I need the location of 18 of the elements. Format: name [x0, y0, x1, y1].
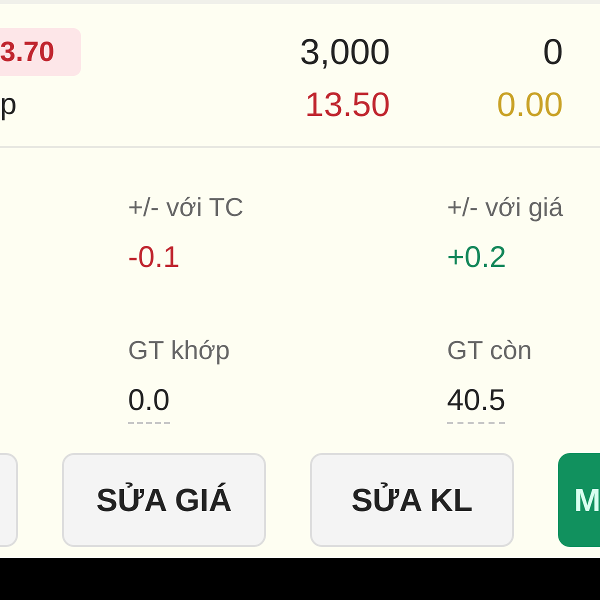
action-button[interactable]: SỬA GIÁ	[62, 453, 266, 547]
field-value: -0.1	[128, 241, 180, 275]
price-value: 0.00	[496, 86, 563, 124]
field-value: 40.5	[447, 384, 506, 424]
field-label: +/- với giá	[447, 192, 564, 223]
field-label: GT còn	[447, 335, 533, 366]
action-button[interactable]	[0, 453, 18, 547]
price-value: 13.50	[304, 86, 390, 124]
confirm-button[interactable]: M	[558, 453, 600, 547]
quantity-value: 3,000	[298, 31, 390, 73]
quantity-value: 0	[542, 31, 563, 73]
row-label: p	[0, 88, 17, 122]
field-label: GT khớp	[128, 335, 231, 366]
action-button[interactable]: SỬA KL	[310, 453, 514, 547]
field-value: +0.2	[447, 241, 506, 275]
field-label: +/- với TC	[128, 192, 245, 223]
field-value: 0.0	[128, 384, 170, 424]
price-badge: 3.70	[0, 28, 80, 76]
